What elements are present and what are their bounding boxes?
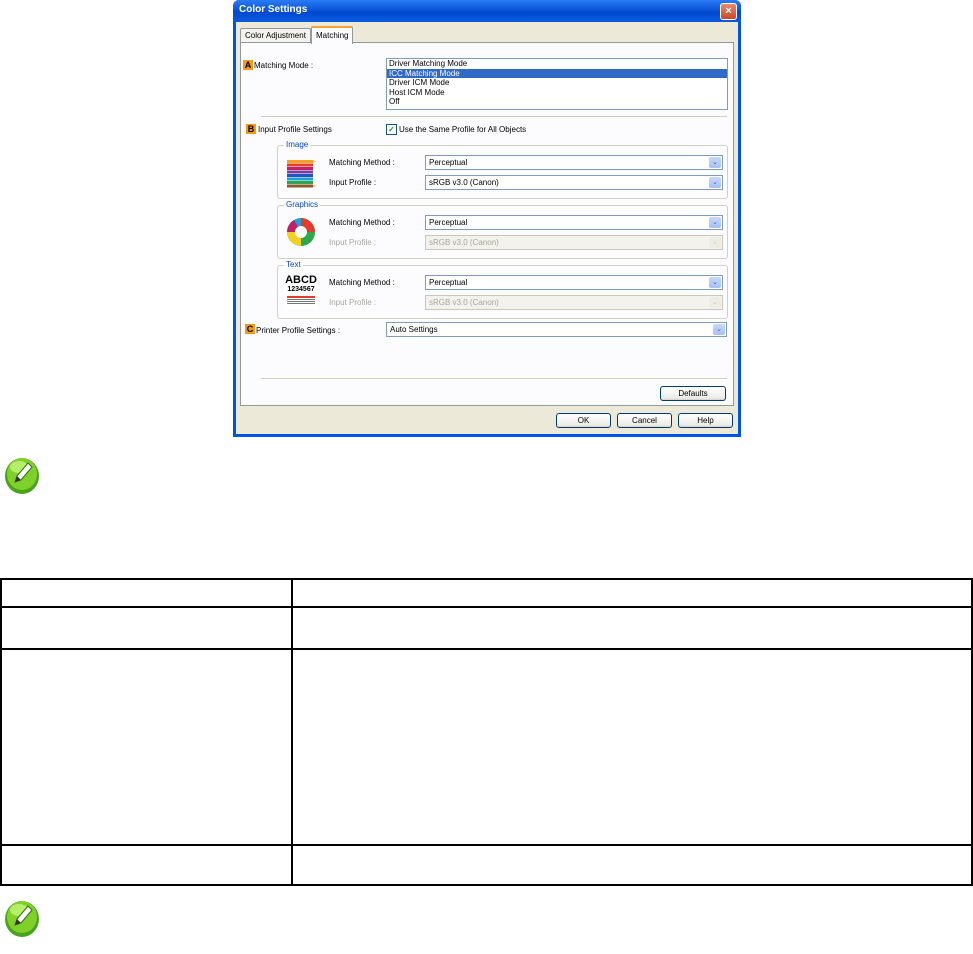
text-group: Text ABCD 1234567 Matching Method : Perc…	[277, 260, 728, 319]
table-cell	[0, 606, 293, 650]
color-pencils-icon	[287, 160, 317, 188]
info-table	[0, 578, 973, 886]
image-group-title: Image	[284, 140, 311, 149]
matching-mode-label: Matching Mode :	[254, 61, 314, 70]
graphics-group: Graphics Matching Method : Perceptual ⌄ …	[277, 200, 728, 259]
ok-button[interactable]: OK	[556, 413, 611, 428]
graphics-input-profile-value: sRGB v3.0 (Canon)	[429, 238, 499, 247]
chevron-down-icon: ⌄	[709, 297, 721, 308]
printer-profile-value: Auto Settings	[390, 325, 438, 334]
table-cell	[291, 578, 973, 608]
same-profile-checkbox-label[interactable]: Use the Same Profile for All Objects	[399, 125, 526, 134]
text-input-profile-select: sRGB v3.0 (Canon) ⌄	[425, 295, 723, 310]
image-matching-method-select[interactable]: Perceptual ⌄	[425, 155, 723, 170]
graphics-matching-method-value: Perceptual	[429, 218, 468, 227]
text-group-title: Text	[284, 260, 303, 269]
table-row	[0, 578, 973, 608]
chevron-down-icon[interactable]: ⌄	[713, 324, 725, 335]
text-matching-method-select[interactable]: Perceptual ⌄	[425, 275, 723, 290]
text-sample-icon: ABCD 1234567	[284, 275, 318, 309]
table-cell	[0, 648, 293, 846]
defaults-button[interactable]: Defaults	[660, 386, 726, 401]
cancel-button[interactable]: Cancel	[617, 413, 672, 428]
graphics-input-profile-label: Input Profile :	[329, 238, 377, 247]
tab-color-adjustment[interactable]: Color Adjustment	[240, 28, 311, 43]
same-profile-checkbox[interactable]: ✓	[386, 124, 397, 135]
image-group: Image Matching Method : Perceptual ⌄ Inp…	[277, 140, 728, 199]
printer-profile-settings-label: Printer Profile Settings :	[256, 326, 341, 335]
matching-mode-option[interactable]: Driver Matching Mode	[387, 59, 727, 69]
table-cell	[291, 844, 973, 886]
chevron-down-icon[interactable]: ⌄	[709, 177, 721, 188]
table-cell	[0, 578, 293, 608]
separator	[261, 116, 727, 118]
table-row	[0, 648, 973, 846]
input-profile-settings-label: Input Profile Settings	[258, 125, 332, 134]
chevron-down-icon[interactable]: ⌄	[709, 277, 721, 288]
matching-mode-option[interactable]: Host ICM Mode	[387, 88, 727, 98]
separator	[261, 378, 727, 380]
badge-c: C	[245, 324, 255, 334]
table-row	[0, 844, 973, 886]
image-matching-method-label: Matching Method :	[329, 158, 395, 167]
help-button[interactable]: Help	[678, 413, 733, 428]
image-input-profile-label: Input Profile :	[329, 178, 377, 187]
chevron-down-icon[interactable]: ⌄	[709, 217, 721, 228]
badge-a: A	[243, 60, 253, 70]
image-matching-method-value: Perceptual	[429, 158, 468, 167]
chevron-down-icon[interactable]: ⌄	[709, 157, 721, 168]
color-settings-dialog: Color Settings × Color Adjustment Matchi…	[233, 0, 741, 437]
table-row	[0, 606, 973, 650]
dialog-client-area: Color Adjustment Matching A Matching Mod…	[236, 22, 738, 434]
checkmark-icon: ✓	[388, 125, 395, 134]
matching-mode-option-selected[interactable]: ICC Matching Mode	[387, 68, 727, 78]
text-matching-method-value: Perceptual	[429, 278, 468, 287]
close-button[interactable]: ×	[720, 3, 737, 20]
table-cell	[0, 844, 293, 886]
dialog-title: Color Settings	[239, 4, 308, 15]
color-wheel-icon	[287, 218, 315, 246]
text-input-profile-label: Input Profile :	[329, 298, 377, 307]
matching-mode-option[interactable]: Driver ICM Mode	[387, 78, 727, 88]
matching-mode-option[interactable]: Off	[387, 97, 727, 107]
tab-matching[interactable]: Matching	[311, 26, 354, 44]
graphics-input-profile-select: sRGB v3.0 (Canon) ⌄	[425, 235, 723, 250]
close-icon: ×	[725, 5, 732, 17]
table-cell	[291, 606, 973, 650]
image-input-profile-value: sRGB v3.0 (Canon)	[429, 178, 499, 187]
graphics-group-title: Graphics	[284, 200, 321, 209]
note-pencil-icon	[5, 901, 39, 937]
badge-b: B	[246, 124, 256, 134]
graphics-matching-method-select[interactable]: Perceptual ⌄	[425, 215, 723, 230]
text-matching-method-label: Matching Method :	[329, 278, 395, 287]
matching-tab-panel: A Matching Mode : Driver Matching Mode I…	[240, 42, 734, 406]
printer-profile-select[interactable]: Auto Settings ⌄	[386, 322, 727, 337]
text-sample-digits: 1234567	[287, 286, 315, 293]
image-input-profile-select[interactable]: sRGB v3.0 (Canon) ⌄	[425, 175, 723, 190]
graphics-matching-method-label: Matching Method :	[329, 218, 395, 227]
chevron-down-icon: ⌄	[709, 237, 721, 248]
table-cell	[291, 648, 973, 846]
matching-mode-listbox[interactable]: Driver Matching Mode ICC Matching Mode D…	[386, 58, 728, 110]
text-sample-heading: ABCD	[285, 274, 317, 286]
title-bar[interactable]: Color Settings ×	[233, 0, 741, 22]
note-pencil-icon	[5, 458, 39, 494]
text-input-profile-value: sRGB v3.0 (Canon)	[429, 298, 499, 307]
